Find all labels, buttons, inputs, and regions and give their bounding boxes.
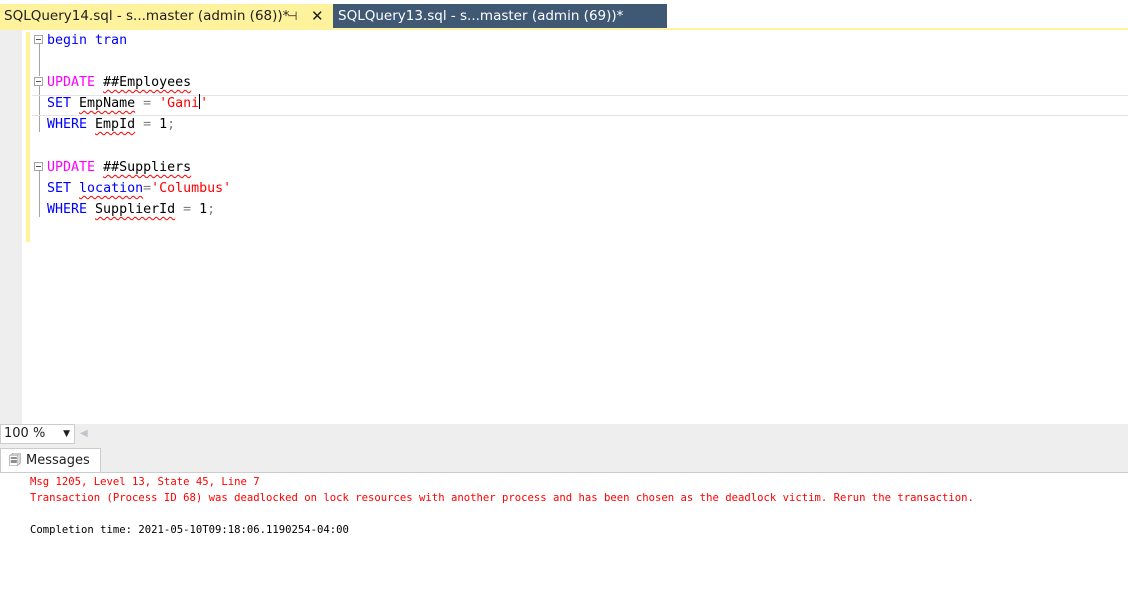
pin-icon[interactable]: ⊣	[287, 4, 297, 28]
messages-icon: 🗐	[9, 453, 21, 467]
number-literal: 1	[199, 202, 208, 217]
change-tracking-bar	[26, 32, 30, 242]
tab-label: SQLQuery14.sql - s...master (admin (68))…	[4, 8, 290, 24]
string-literal: 'Gani'	[159, 94, 209, 111]
keyword: WHERE	[47, 202, 88, 217]
error-message: Transaction (Process ID 68) was deadlock…	[30, 492, 974, 504]
terminator: ;	[207, 202, 216, 217]
keyword: SET	[47, 181, 72, 196]
collapse-icon[interactable]	[34, 77, 43, 86]
tab-label: Messages	[26, 453, 90, 468]
fold-line	[39, 44, 40, 76]
collapse-icon[interactable]	[34, 162, 43, 171]
chevron-down-icon: ▼	[63, 429, 70, 439]
keyword: begin	[47, 33, 88, 48]
terminator: ;	[167, 117, 176, 132]
operator: =	[183, 202, 192, 217]
column-name: EmpId	[95, 117, 136, 132]
editor-status-bar: 100 % ▼ ◀	[0, 424, 1128, 444]
code-line-1: begin tran	[47, 30, 127, 51]
keyword: UPDATE	[47, 160, 96, 175]
operator: =	[143, 96, 152, 111]
tab-messages[interactable]: 🗐 Messages	[0, 448, 101, 472]
column-name: SupplierId	[95, 202, 176, 217]
code-line-4: SET EmpName = 'Gani'	[47, 93, 208, 114]
keyword: UPDATE	[47, 75, 96, 90]
tab-sqlquery14[interactable]: SQLQuery14.sql - s...master (admin (68))…	[0, 4, 333, 28]
tab-label: SQLQuery13.sql - s...master (admin (69))…	[338, 8, 624, 24]
number-literal: 1	[159, 117, 168, 132]
scroll-left-icon[interactable]: ◀	[80, 428, 88, 439]
code-line-3: UPDATE ##Employees	[47, 72, 191, 93]
zoom-value: 100 %	[4, 426, 46, 441]
zoom-dropdown[interactable]: 100 % ▼	[0, 424, 75, 444]
results-tab-bar: 🗐 Messages	[0, 444, 1128, 472]
column-name: EmpName	[79, 96, 136, 111]
keyword: WHERE	[47, 117, 88, 132]
tab-sqlquery13[interactable]: SQLQuery13.sql - s...master (admin (69))…	[333, 4, 667, 28]
query-editor[interactable]: begin tran UPDATE ##Employees SET EmpNam…	[0, 30, 1128, 424]
error-message: Msg 1205, Level 13, State 45, Line 7	[30, 476, 260, 488]
code-line-5: WHERE EmpId = 1;	[47, 114, 175, 135]
code-line-8: SET location='Columbus'	[47, 178, 231, 199]
fold-line	[39, 171, 40, 217]
text-caret	[199, 94, 201, 109]
table-name: ##Employees	[103, 75, 192, 90]
close-icon[interactable]: ✕	[311, 4, 324, 28]
document-tab-strip: SQLQuery14.sql - s...master (admin (68))…	[0, 0, 1128, 30]
code-line-7: UPDATE ##Suppliers	[47, 157, 191, 178]
editor-gutter	[0, 30, 22, 424]
keyword: SET	[47, 96, 72, 111]
code-line-9: WHERE SupplierId = 1;	[47, 199, 215, 220]
messages-pane[interactable]: Msg 1205, Level 13, State 45, Line 7 Tra…	[0, 472, 1128, 593]
string-literal: 'Columbus'	[151, 181, 232, 196]
table-name: ##Suppliers	[103, 160, 192, 175]
collapse-icon[interactable]	[34, 35, 43, 44]
completion-time: Completion time: 2021-05-10T09:18:06.119…	[30, 524, 349, 536]
operator: =	[143, 117, 152, 132]
column-name: location	[79, 181, 144, 196]
keyword: tran	[95, 33, 128, 48]
operator: =	[143, 181, 152, 196]
